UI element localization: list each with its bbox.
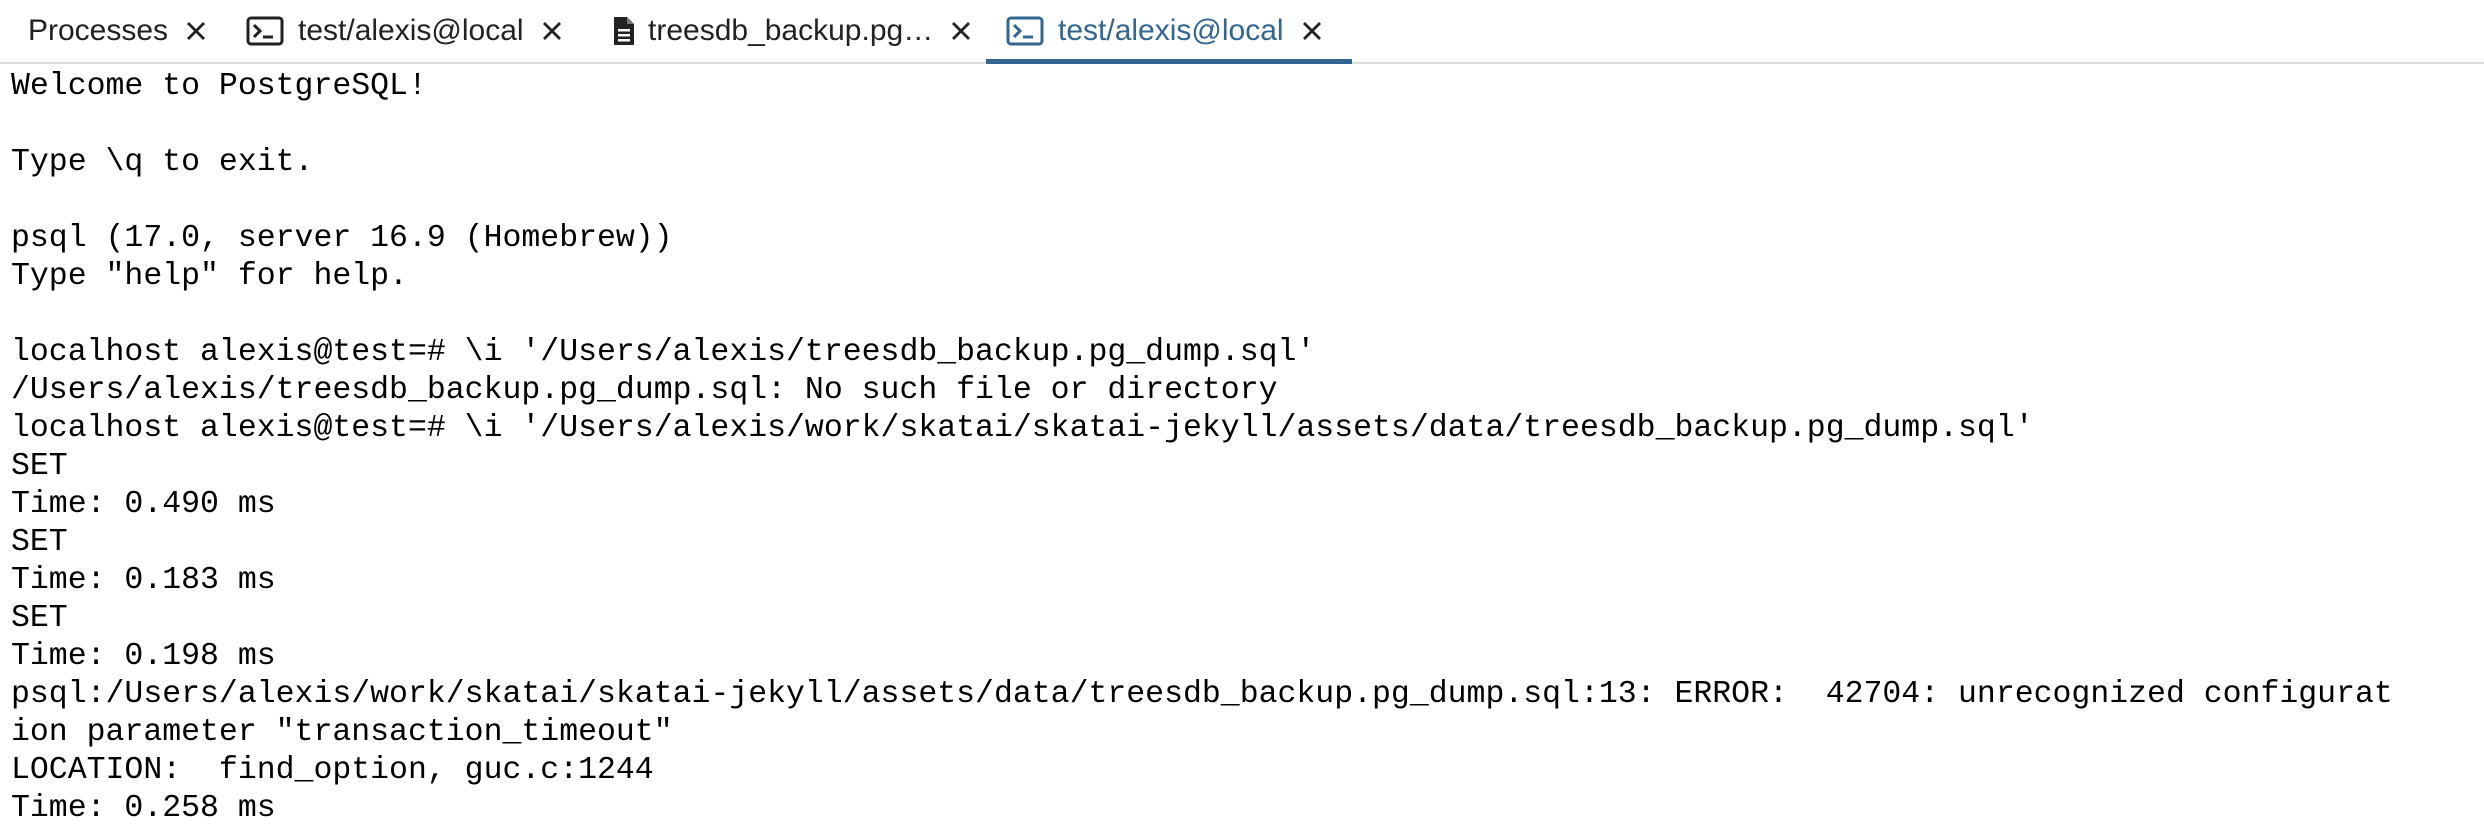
terminal-line: Time: 0.198 ms (11, 639, 276, 674)
terminal-line: LOCATION: find_option, guc.c:1244 (11, 753, 654, 788)
terminal-line: Time: 0.183 ms (11, 563, 276, 598)
close-icon[interactable] (1302, 21, 1322, 41)
tab-processes[interactable]: Processes (28, 0, 206, 62)
tab-label: Processes (28, 14, 169, 47)
terminal-line: SET (11, 601, 68, 636)
tab-label: treesdb_backup.pg… (648, 14, 934, 47)
terminal-line: Time: 0.258 ms (11, 791, 276, 824)
tab-backup-file[interactable]: treesdb_backup.pg… (612, 0, 971, 62)
close-icon[interactable] (542, 21, 562, 41)
terminal-icon (1006, 16, 1044, 45)
terminal-line: ion parameter "transaction_timeout" (11, 715, 673, 750)
terminal-line: /Users/alexis/treesdb_backup.pg_dump.sql… (11, 373, 1278, 408)
tab-label: test/alexis@local (1058, 13, 1284, 47)
tab-terminal-1[interactable]: test/alexis@local (246, 0, 562, 62)
tab-label: test/alexis@local (298, 14, 524, 47)
terminal-line: SET (11, 525, 68, 560)
tab-bar: Processes test/alexis@local treesdb_back… (0, 0, 2484, 64)
terminal-line: Type "help" for help. (11, 259, 408, 294)
close-icon[interactable] (186, 21, 206, 41)
document-icon (614, 17, 634, 45)
terminal-line: Time: 0.490 ms (11, 487, 276, 522)
terminal-line: Type \q to exit. (11, 145, 314, 180)
terminal-line: psql:/Users/alexis/work/skatai/skatai-je… (11, 677, 2393, 712)
terminal-line: localhost alexis@test=# \i '/Users/alexi… (11, 335, 1316, 370)
close-icon[interactable] (951, 21, 971, 41)
terminal-line: SET (11, 449, 68, 484)
terminal-icon (246, 16, 284, 46)
psql-terminal[interactable]: Welcome to PostgreSQL! Type \q to exit. … (0, 68, 2484, 824)
terminal-line: psql (17.0, server 16.9 (Homebrew)) (11, 221, 673, 256)
terminal-line: Welcome to PostgreSQL! (11, 69, 427, 104)
terminal-line: localhost alexis@test=# \i '/Users/alexi… (11, 411, 2034, 446)
tab-terminal-active[interactable]: test/alexis@local (986, 0, 1352, 64)
